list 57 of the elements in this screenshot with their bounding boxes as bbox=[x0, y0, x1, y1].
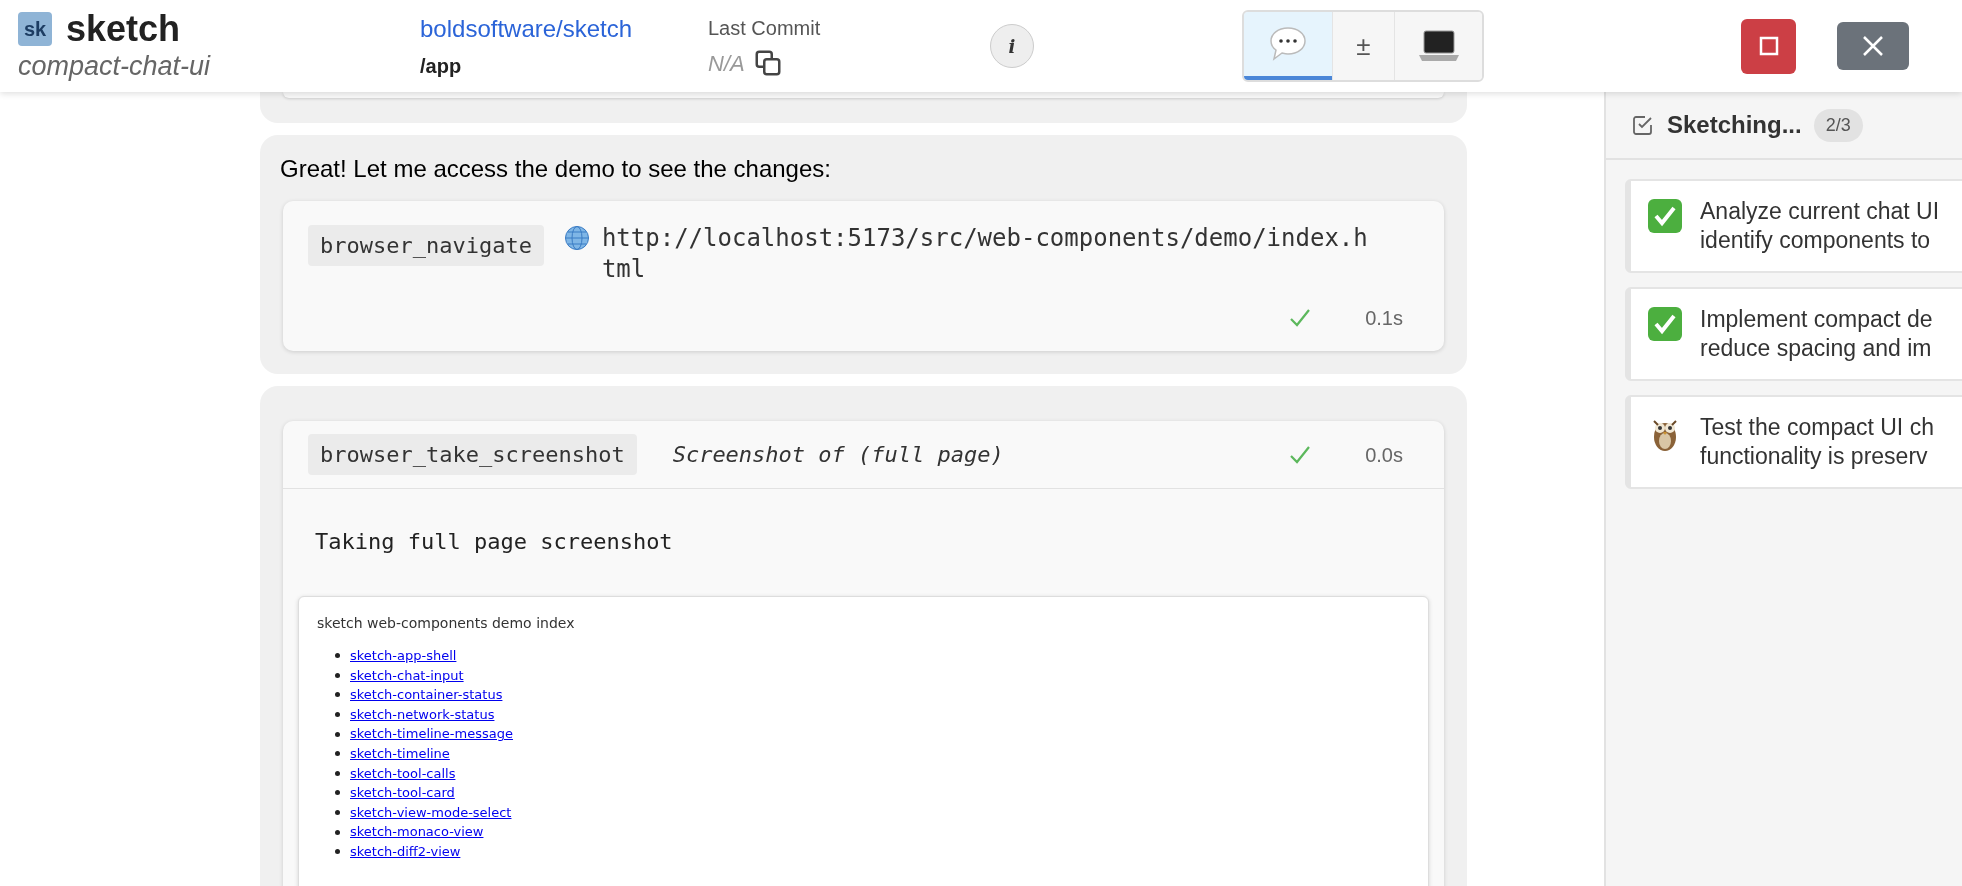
todo-text: reduce spacing and im bbox=[1700, 334, 1933, 363]
bullet bbox=[335, 751, 340, 757]
todo-text: Analyze current chat UI bbox=[1700, 197, 1940, 226]
todo-text: Test the compact UI ch bbox=[1700, 413, 1934, 442]
message-text: Great! Let me access the demo to see the changes: bbox=[280, 155, 832, 183]
branch-name: compact-chat-ui bbox=[18, 50, 212, 83]
tool-name: browser_navigate bbox=[308, 225, 544, 266]
tool-duration: 0.0s bbox=[1365, 442, 1403, 468]
component-link[interactable]: sketch-timeline bbox=[350, 744, 450, 764]
info-button[interactable]: i bbox=[990, 24, 1034, 68]
todo-text: identify components to bbox=[1700, 226, 1932, 255]
app-logo: sk bbox=[18, 12, 52, 46]
commit-label: Last Commit bbox=[708, 15, 821, 41]
repo-link[interactable]: boldsoftware/sketch bbox=[420, 11, 633, 47]
component-link[interactable]: sketch-tool-card bbox=[350, 783, 455, 803]
tool-output: Taking full page screenshot bbox=[314, 528, 674, 556]
bullet bbox=[335, 810, 340, 816]
speech-bubble-icon bbox=[1268, 25, 1308, 63]
bullet bbox=[335, 849, 340, 855]
stop-icon bbox=[1758, 36, 1779, 56]
component-link[interactable]: sketch-monaco-view bbox=[350, 822, 484, 842]
bullet bbox=[335, 653, 340, 659]
progress-badge: 2/3 bbox=[1813, 108, 1863, 142]
tool-url: http://localhost:5173/src/web-components/demo/index.html bbox=[601, 223, 1369, 285]
component-link[interactable]: sketch-network-status bbox=[350, 704, 495, 725]
bullet bbox=[335, 731, 340, 737]
component-link[interactable]: sketch-app-shell bbox=[350, 646, 457, 666]
checkmark-icon bbox=[1648, 199, 1682, 233]
close-button[interactable] bbox=[1837, 22, 1909, 70]
tool-summary: Screenshot of (full page) bbox=[672, 441, 1005, 469]
todo-text: functionality is preserv bbox=[1700, 442, 1929, 471]
checklist-icon bbox=[1631, 113, 1655, 137]
bullet bbox=[335, 790, 340, 796]
tool-name: browser_take_screenshot bbox=[308, 434, 637, 475]
close-icon bbox=[1862, 35, 1884, 57]
component-link[interactable]: sketch-timeline-message bbox=[350, 724, 513, 744]
checkmark-icon bbox=[1648, 307, 1682, 341]
page-heading: sketch web-components demo index bbox=[317, 614, 576, 633]
bullet bbox=[335, 692, 340, 698]
todo-text: Implement compact de bbox=[1700, 305, 1933, 334]
tool-duration: 0.1s bbox=[1365, 306, 1403, 331]
bullet bbox=[335, 829, 340, 835]
todo-title: Sketching... bbox=[1667, 110, 1802, 140]
stop-button[interactable] bbox=[1741, 18, 1796, 74]
component-link[interactable]: sketch-container-status bbox=[350, 685, 503, 705]
bullet bbox=[335, 770, 340, 776]
component-link[interactable]: sketch-diff2-view bbox=[350, 842, 461, 862]
globe-icon bbox=[563, 225, 590, 251]
app-title: sketch bbox=[66, 9, 181, 49]
commit-value: N/A bbox=[708, 49, 745, 78]
component-link[interactable]: sketch-view-mode-select bbox=[350, 802, 512, 823]
component-link[interactable]: sketch-tool-calls bbox=[350, 763, 456, 784]
laptop-icon bbox=[1417, 29, 1460, 63]
bullet bbox=[335, 672, 340, 678]
bullet bbox=[335, 712, 340, 718]
repo-path: /app bbox=[420, 54, 462, 79]
component-link[interactable]: sketch-chat-input bbox=[350, 665, 464, 686]
